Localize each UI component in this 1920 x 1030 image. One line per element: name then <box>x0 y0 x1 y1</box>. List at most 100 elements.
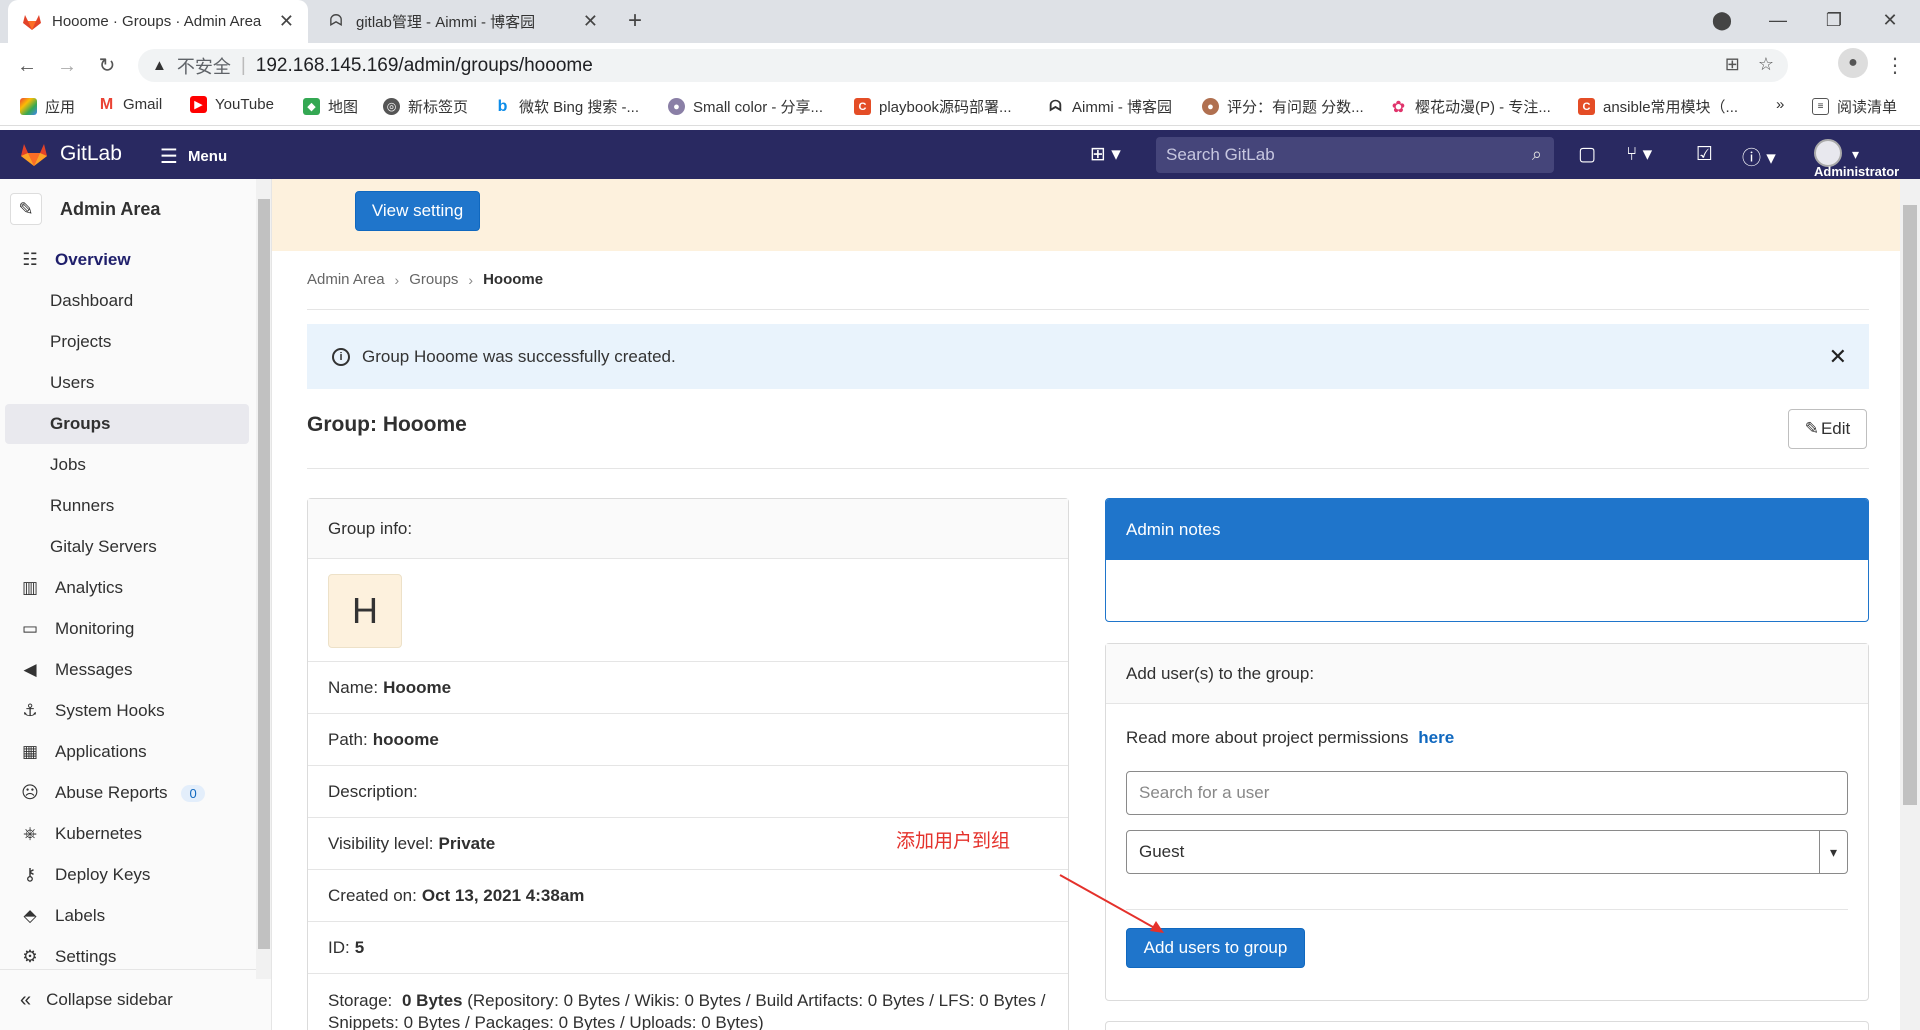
search-user-input[interactable]: Search for a user <box>1126 771 1848 815</box>
sidebar-item-kubernetes[interactable]: ⎈ Kubernetes <box>5 814 249 854</box>
collapse-sidebar-button[interactable]: « Collapse sidebar <box>0 969 256 1030</box>
tab-gitlab-group[interactable]: Hooome · Groups · Admin Area ✕ <box>8 0 308 43</box>
reading-list-label: 阅读清单 <box>1837 99 1898 116</box>
bookmark-aimmi[interactable]: ᗣ Aimmi - 博客园 <box>1047 96 1172 117</box>
bookmark-maps[interactable]: ◆ 地图 <box>303 96 358 117</box>
bookmark-newtab[interactable]: ◎ 新标签页 <box>383 96 468 117</box>
sidebar-item-label: Users <box>50 373 95 392</box>
back-icon[interactable]: ← <box>12 51 42 81</box>
window-close-icon[interactable]: ✕ <box>1862 0 1918 43</box>
button-label: Add users to group <box>1143 938 1288 957</box>
close-icon[interactable]: ✕ <box>1829 344 1847 370</box>
view-setting-button[interactable]: View setting <box>355 191 480 231</box>
bookmarks-more[interactable]: » <box>1776 96 1784 113</box>
bookmark-score[interactable]: ● 评分：有问题 分数... <box>1202 96 1364 117</box>
reading-list-icon: ≡ <box>1812 98 1829 115</box>
search-gitlab-input[interactable]: Search GitLab ⌕ <box>1156 137 1554 173</box>
bookmark-bing[interactable]: b 微软 Bing 搜索 -... <box>494 96 639 117</box>
monitor-icon: ▭ <box>21 619 39 638</box>
breadcrumb-current[interactable]: Hooome <box>483 271 543 288</box>
scrollbar-thumb[interactable] <box>258 199 270 949</box>
permissions-text: Read more about project permissions here <box>1126 728 1454 748</box>
bookmark-youtube[interactable]: ▶ YouTube <box>190 96 274 113</box>
row-value: 5 <box>354 937 365 957</box>
bookmark-label: Small color - 分享... <box>693 99 824 116</box>
help-icon[interactable]: ⓘ ▾ <box>1742 143 1776 170</box>
storage-detail-2: Snippets: 0 Bytes / Packages: 0 Bytes / … <box>328 1013 764 1030</box>
sidebar-item-users[interactable]: Users <box>5 363 249 403</box>
sidebar-item-overview[interactable]: ☷ Overview <box>5 240 249 280</box>
todos-icon[interactable]: ☑ <box>1696 143 1713 166</box>
sidebar-header[interactable]: ✎ Admin Area <box>10 189 160 229</box>
new-tab-button[interactable]: + <box>620 6 650 36</box>
globe-icon: ◎ <box>383 98 400 115</box>
chevron-down-icon: ▾ <box>1819 831 1847 873</box>
bookmark-playbook[interactable]: C playbook源码部署... <box>854 96 1012 117</box>
sidebar-item-runners[interactable]: Runners <box>5 486 249 526</box>
gitlab-fox-icon <box>22 12 42 32</box>
translate-icon[interactable]: ⊞ <box>1725 54 1740 75</box>
sidebar-item-gitaly-servers[interactable]: Gitaly Servers <box>5 527 249 567</box>
page-scrollbar[interactable] <box>1900 179 1920 1030</box>
chevron-down-icon[interactable]: ▾ <box>1852 146 1859 163</box>
sidebar-item-deploy-keys[interactable]: ⚷ Deploy Keys <box>5 855 249 895</box>
row-value: Oct 13, 2021 4:38am <box>421 885 585 905</box>
breadcrumb-admin-area[interactable]: Admin Area <box>307 271 385 288</box>
gitlab-brand[interactable]: GitLab <box>60 142 122 166</box>
chevron-double-icon: » <box>1776 96 1785 113</box>
page-title: Group: Hooome <box>307 413 467 436</box>
minimize-icon[interactable]: — <box>1750 0 1806 43</box>
role-select[interactable]: Guest ▾ <box>1126 830 1848 874</box>
sidebar-item-dashboard[interactable]: Dashboard <box>5 281 249 321</box>
profile-icon[interactable]: ● <box>1838 48 1868 78</box>
sidebar-item-label: Kubernetes <box>55 824 142 843</box>
pencil-square-icon: ✎ <box>1804 419 1819 438</box>
breadcrumb-groups[interactable]: Groups <box>409 271 458 288</box>
user-avatar[interactable] <box>1814 139 1842 167</box>
sidebar-item-jobs[interactable]: Jobs <box>5 445 249 485</box>
bookmark-apps[interactable]: 应用 <box>20 96 75 117</box>
sidebar-item-applications[interactable]: ▦ Applications <box>5 732 249 772</box>
issues-icon[interactable]: ▢ <box>1578 143 1596 166</box>
divider <box>1126 909 1848 910</box>
create-new-icon[interactable]: ⊞ ▾ <box>1090 143 1121 166</box>
sidebar-item-groups[interactable]: Groups <box>5 404 249 444</box>
admin-sidebar: ✎ Admin Area ☷ Overview Dashboard Projec… <box>0 179 272 1030</box>
sidebar-item-messages[interactable]: ◀ Messages <box>5 650 249 690</box>
close-icon[interactable]: ✕ <box>583 11 598 32</box>
sidebar-item-system-hooks[interactable]: ⚓ System Hooks <box>5 691 249 731</box>
bookmark-smallcolor[interactable]: ● Small color - 分享... <box>668 96 823 117</box>
scrollbar-thumb[interactable] <box>1903 205 1917 805</box>
cnblogs-icon: ᗣ <box>1049 98 1062 115</box>
tab-cnblogs[interactable]: ᗣ gitlab管理 - Aimmi - 博客园 ✕ <box>312 0 612 43</box>
forward-icon[interactable]: → <box>52 51 82 81</box>
merge-requests-icon[interactable]: ⑂ ▾ <box>1626 143 1652 166</box>
sidebar-item-analytics[interactable]: ▥ Analytics <box>5 568 249 608</box>
reading-list[interactable]: ≡ 阅读清单 <box>1812 96 1897 117</box>
bookmark-star-icon[interactable]: ☆ <box>1758 54 1774 75</box>
bookmark-gmail[interactable]: M Gmail <box>98 96 162 114</box>
browser-menu-icon[interactable]: ⋮ <box>1880 51 1910 81</box>
sidebar-item-monitoring[interactable]: ▭ Monitoring <box>5 609 249 649</box>
search-placeholder: Search GitLab <box>1166 145 1275 164</box>
sidebar-item-abuse-reports[interactable]: ☹ Abuse Reports 0 <box>5 773 249 813</box>
reload-icon[interactable]: ↻ <box>92 51 122 81</box>
sidebar-item-labels[interactable]: ⬘ Labels <box>5 896 249 936</box>
insecure-label: 不安全 <box>176 56 231 77</box>
abuse-icon: ☹ <box>21 783 39 802</box>
input-placeholder: Search for a user <box>1139 783 1270 802</box>
main-menu-button[interactable]: ☰ Menu <box>160 144 227 169</box>
sidebar-scrollbar[interactable] <box>256 179 271 979</box>
bookmark-ansible[interactable]: C ansible常用模块（... <box>1578 96 1738 117</box>
bookmark-sakura[interactable]: ✿ 樱花动漫(P) - 专注... <box>1390 96 1551 117</box>
permissions-link[interactable]: here <box>1418 728 1454 747</box>
edit-button[interactable]: ✎ Edit <box>1788 409 1867 449</box>
tab-search-icon[interactable]: ⬤ <box>1694 0 1750 43</box>
gitlab-logo-icon[interactable] <box>20 141 48 167</box>
sidebar-item-projects[interactable]: Projects <box>5 322 249 362</box>
address-bar[interactable]: ▲ 不安全 | 192.168.145.169/admin/groups/hoo… <box>138 49 1788 82</box>
double-chevron-left-icon: « <box>20 988 32 1011</box>
row-value: 0 Bytes <box>402 991 463 1010</box>
close-icon[interactable]: ✕ <box>279 11 294 32</box>
restore-icon[interactable]: ❐ <box>1806 0 1862 43</box>
